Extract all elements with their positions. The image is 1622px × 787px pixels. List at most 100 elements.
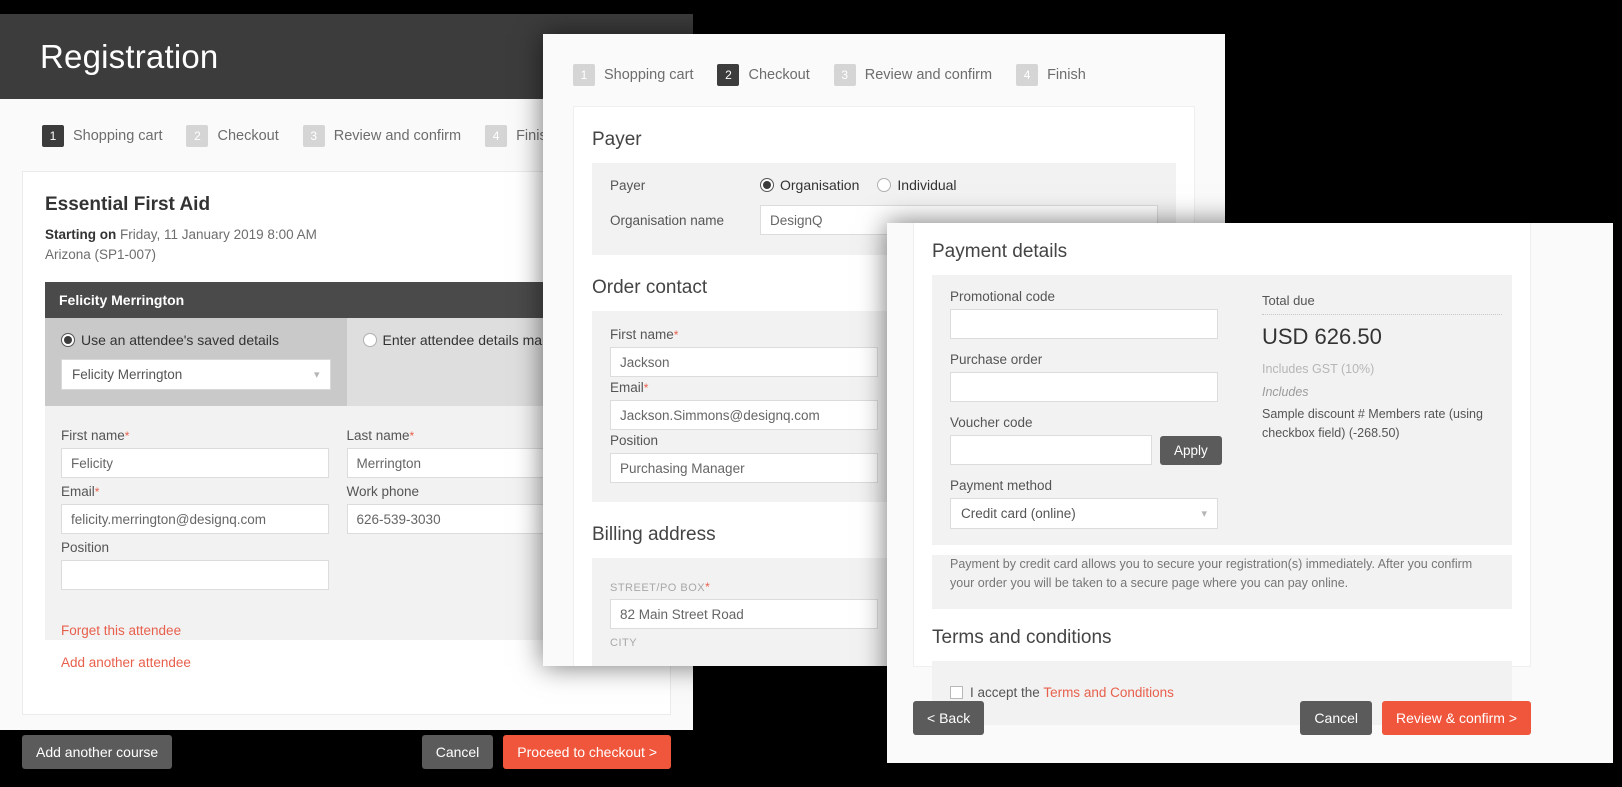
field-email: Email* felicity.merrington@designq.com xyxy=(61,478,347,535)
option-individual[interactable]: Individual xyxy=(877,177,957,193)
step-number: 2 xyxy=(717,64,740,86)
field-value: Felicity xyxy=(71,455,114,471)
payment-window: Payment details Promotional code Purchas… xyxy=(887,223,1613,763)
payer-label: Payer xyxy=(610,177,646,193)
step-label: Review and confirm xyxy=(864,67,993,83)
contact-first-name-input[interactable]: Jackson xyxy=(610,347,878,377)
page-title: Registration xyxy=(40,37,219,75)
option-organisation[interactable]: Organisation xyxy=(760,177,859,193)
option-saved-details[interactable]: Use an attendee's saved details Felicity… xyxy=(45,318,347,407)
order-summary-column: Total due USD 626.50 Includes GST (10%) … xyxy=(1240,289,1502,529)
starting-on-label: Starting on xyxy=(45,227,117,242)
step-review-and-confirm[interactable]: 3 Review and confirm xyxy=(302,125,461,147)
field-label: Email xyxy=(61,484,95,500)
panel1-button-row: Add another course Cancel Proceed to che… xyxy=(0,715,693,770)
field-label: Last name xyxy=(346,428,410,444)
panel3-button-row: < Back Cancel Review & confirm > xyxy=(913,701,1531,735)
chevron-down-icon: ▾ xyxy=(1201,508,1207,520)
contact-position-input[interactable]: Purchasing Manager xyxy=(610,453,878,483)
purchase-order-input[interactable] xyxy=(950,372,1218,402)
review-and-confirm-button[interactable]: Review & confirm > xyxy=(1382,701,1531,735)
step-checkout[interactable]: 2 Checkout xyxy=(717,64,810,86)
field-position: Position xyxy=(61,534,347,591)
payer-type-row: Payer Organisation Individual xyxy=(610,177,1158,193)
gst-note: Includes GST (10%) xyxy=(1262,362,1375,376)
radio-manual-details-icon[interactable] xyxy=(362,333,377,348)
payment-note: Payment by credit card allows you to sec… xyxy=(950,557,1473,590)
option-saved-details-label: Use an attendee's saved details xyxy=(81,332,280,349)
step-finish[interactable]: 4 Finish xyxy=(1016,64,1086,86)
step-label: Shopping cart xyxy=(73,128,163,144)
promotional-code-label: Promotional code xyxy=(950,289,1056,304)
screenshot-stage: Registration 1 Shopping cart 2 Checkout … xyxy=(0,0,1622,787)
field-value: Purchasing Manager xyxy=(620,460,745,476)
street-label: STREET/PO BOX xyxy=(610,582,706,594)
step-number: 1 xyxy=(42,125,64,147)
required-marker: * xyxy=(673,328,679,342)
chevron-down-icon: ▾ xyxy=(313,369,320,382)
radio-organisation-icon[interactable] xyxy=(760,178,774,192)
field-label: First name xyxy=(61,428,125,444)
total-due-amount: USD 626.50 xyxy=(1262,324,1382,349)
field-value: felicity.merrington@designq.com xyxy=(71,511,267,527)
payment-method-select[interactable]: Credit card (online) ▾ xyxy=(950,498,1218,529)
accept-terms-checkbox[interactable] xyxy=(950,686,963,699)
step-number: 3 xyxy=(833,64,856,86)
payer-section-title: Payer xyxy=(592,129,642,150)
apply-voucher-button[interactable]: Apply xyxy=(1160,435,1222,465)
field-value: 82 Main Street Road xyxy=(620,606,744,622)
course-location: Arizona (SP1-007) xyxy=(45,246,157,262)
payment-inputs-column: Promotional code Purchase order Voucher … xyxy=(950,289,1240,529)
step-shopping-cart[interactable]: 1 Shopping cart xyxy=(42,125,162,147)
field-first-name: First name* Felicity xyxy=(61,422,347,479)
cancel-button-panel3[interactable]: Cancel xyxy=(1300,701,1373,735)
saved-attendee-select[interactable]: Felicity Merrington ▾ xyxy=(61,359,331,391)
step-number: 2 xyxy=(186,125,209,147)
first-name-input[interactable]: Felicity xyxy=(61,448,329,479)
field-value: DesignQ xyxy=(770,212,823,228)
add-another-attendee-link[interactable]: Add another attendee xyxy=(61,655,191,670)
option-organisation-label: Organisation xyxy=(780,177,860,193)
required-marker: * xyxy=(124,429,130,444)
starting-on-value: Friday, 11 January 2019 8:00 AM xyxy=(120,227,317,242)
field-value: Jackson xyxy=(620,354,670,370)
payment-card: Payment details Promotional code Purchas… xyxy=(913,223,1531,725)
required-marker: * xyxy=(409,429,415,444)
required-marker: * xyxy=(705,580,711,594)
back-button[interactable]: < Back xyxy=(913,701,985,735)
saved-attendee-value: Felicity Merrington xyxy=(72,367,183,383)
promotional-code-input[interactable] xyxy=(950,309,1218,339)
step-review-and-confirm[interactable]: 3 Review and confirm xyxy=(833,64,993,86)
payment-method-value: Credit card (online) xyxy=(961,506,1076,521)
payment-details-title: Payment details xyxy=(932,241,1068,262)
radio-individual-icon[interactable] xyxy=(877,178,892,192)
voucher-code-input[interactable] xyxy=(950,435,1152,465)
option-individual-label: Individual xyxy=(897,177,957,193)
add-another-course-button[interactable]: Add another course xyxy=(22,735,173,770)
step-number: 1 xyxy=(573,64,595,86)
step-number: 4 xyxy=(1016,64,1039,86)
field-label: Position xyxy=(61,540,110,556)
step-number: 4 xyxy=(485,125,508,147)
payment-note-container: Payment by credit card allows you to sec… xyxy=(932,555,1512,609)
required-marker: * xyxy=(94,485,100,500)
cancel-button-panel1[interactable]: Cancel xyxy=(421,735,494,770)
radio-saved-details-icon[interactable] xyxy=(61,333,75,348)
step-number: 3 xyxy=(302,125,325,147)
summary-divider xyxy=(1262,314,1502,315)
forget-attendee-link[interactable]: Forget this attendee xyxy=(61,623,181,638)
terms-section-title: Terms and conditions xyxy=(932,626,1112,648)
contact-email-input[interactable]: Jackson.Simmons@designq.com xyxy=(610,400,878,430)
voucher-code-label: Voucher code xyxy=(950,415,1033,430)
proceed-to-checkout-button[interactable]: Proceed to checkout > xyxy=(503,735,671,770)
position-input[interactable] xyxy=(61,560,329,591)
street-input[interactable]: 82 Main Street Road xyxy=(610,599,878,629)
email-input[interactable]: felicity.merrington@designq.com xyxy=(61,504,329,535)
includes-label: Includes xyxy=(1262,385,1309,399)
step-checkout[interactable]: 2 Checkout xyxy=(186,125,279,147)
step-shopping-cart[interactable]: 1 Shopping cart xyxy=(573,64,693,86)
terms-and-conditions-link[interactable]: Terms and Conditions xyxy=(1043,685,1174,700)
total-due-label: Total due xyxy=(1262,293,1315,308)
field-value: 626-539-3030 xyxy=(356,511,441,527)
step-label: Checkout xyxy=(748,67,810,83)
